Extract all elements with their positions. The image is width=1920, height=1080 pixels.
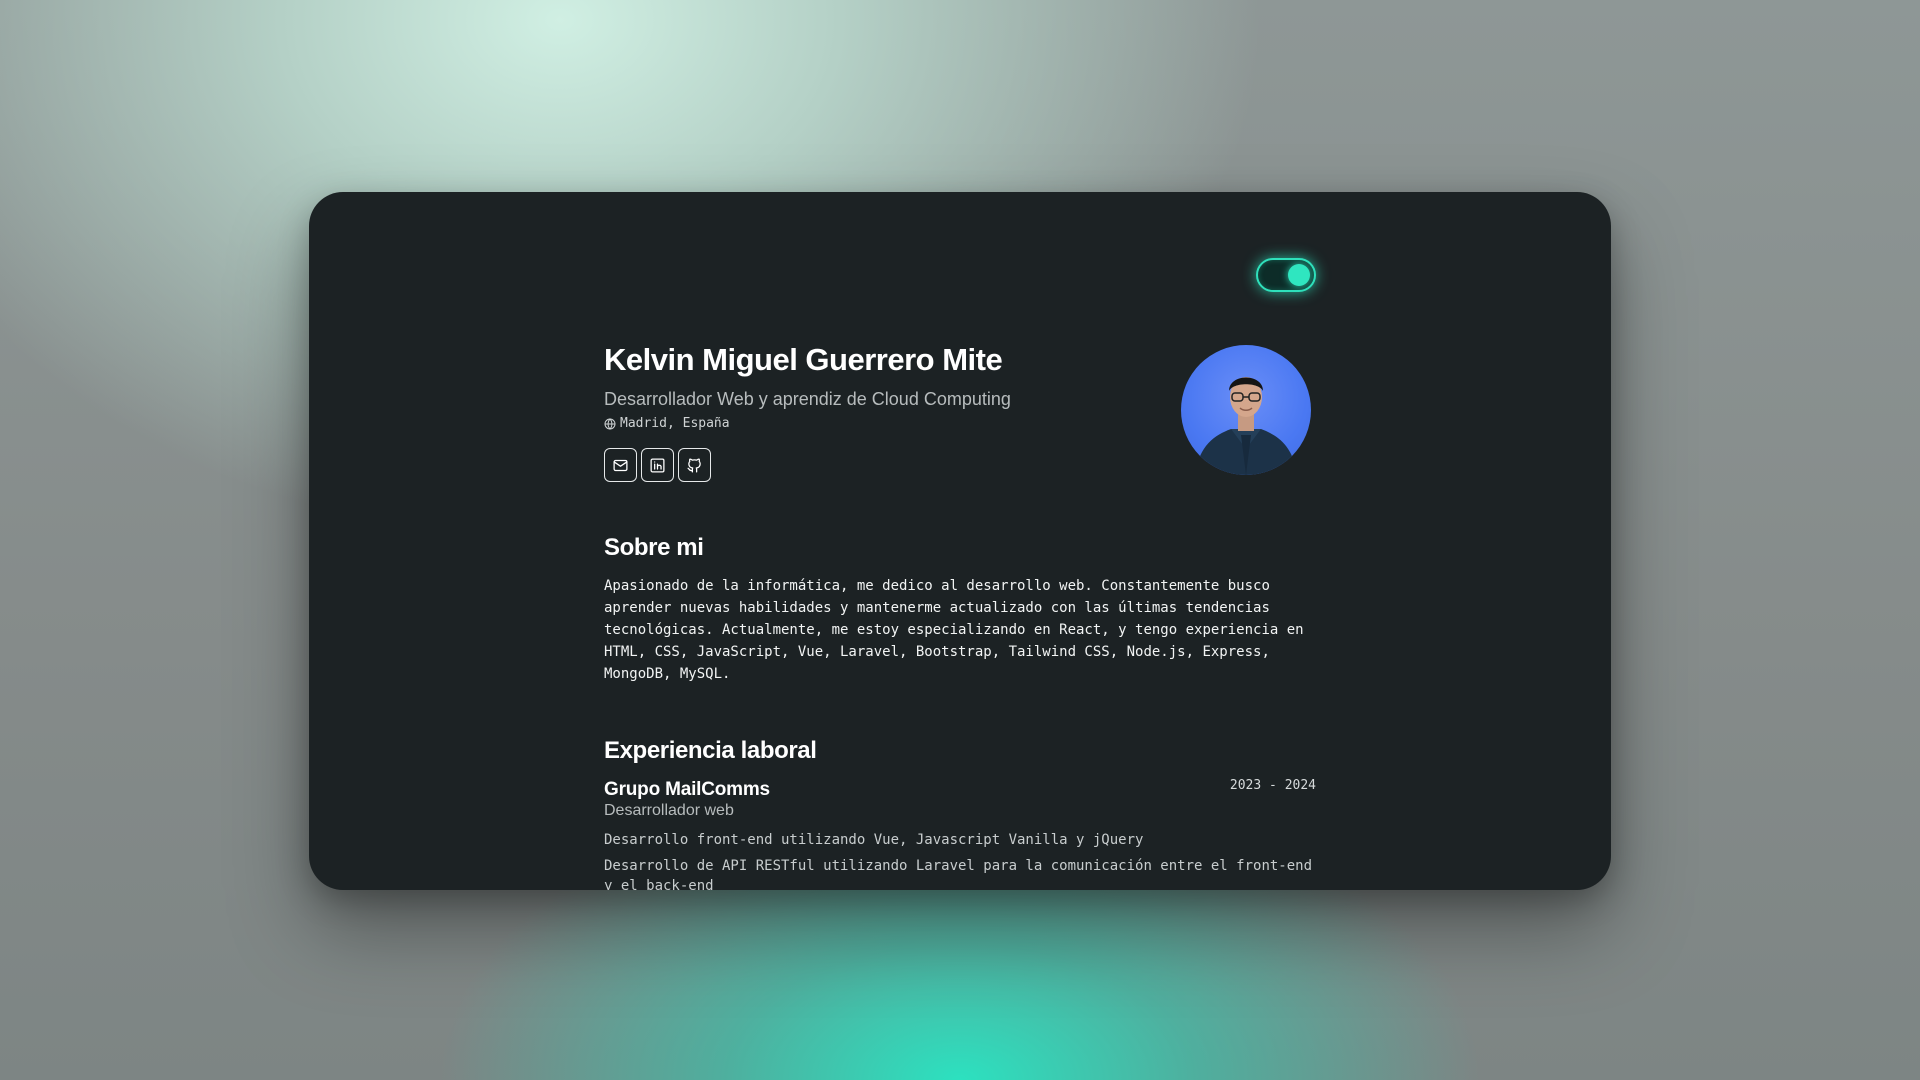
- profile-avatar: [1181, 345, 1311, 475]
- linkedin-button[interactable]: [641, 448, 674, 482]
- job-position: Desarrollador web: [604, 802, 734, 819]
- about-text: Apasionado de la informática, me dedico …: [604, 578, 1304, 682]
- job-years: 2023 - 2024: [1229, 778, 1316, 793]
- mail-icon: [613, 459, 628, 471]
- theme-toggle[interactable]: [1256, 258, 1316, 292]
- location-text: Madrid, España: [620, 416, 730, 431]
- email-button[interactable]: [604, 448, 637, 482]
- list-item: Desarrollo de API RESTful utilizando Lar…: [604, 858, 1313, 890]
- job-tasks: Desarrollo front-end utilizando Vue, Jav…: [604, 830, 1316, 890]
- profile-role: Desarrollador Web y aprendiz de Cloud Co…: [604, 389, 1011, 409]
- theme-toggle-knob: [1288, 264, 1310, 286]
- profile-location: Madrid, España: [604, 416, 730, 431]
- profile-name: Kelvin Miguel Guerrero Mite: [604, 342, 1003, 377]
- about-title: Sobre mi: [604, 534, 704, 561]
- globe-icon: [604, 417, 616, 430]
- github-button[interactable]: [678, 448, 711, 482]
- job-company: Grupo MailComms: [604, 779, 770, 800]
- linkedin-icon: [650, 457, 665, 473]
- list-item: Desarrollo front-end utilizando Vue, Jav…: [604, 832, 1144, 848]
- avatar-portrait: [1195, 377, 1297, 475]
- experience-title: Experiencia laboral: [604, 737, 817, 764]
- social-links: [604, 448, 711, 482]
- github-icon: [687, 458, 701, 473]
- portfolio-window: Kelvin Miguel Guerrero Mite Desarrollado…: [309, 192, 1611, 890]
